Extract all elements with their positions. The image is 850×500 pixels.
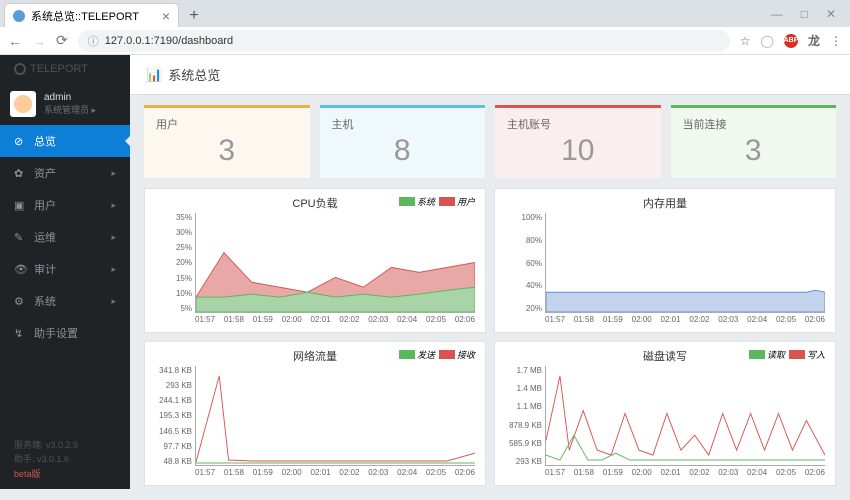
nav-users[interactable]: ▣用户▸ [0, 189, 130, 221]
user-role: 系统管理员 ▸ [44, 103, 96, 116]
abp-icon[interactable]: ABP [784, 34, 798, 48]
forward-button[interactable]: → [32, 33, 46, 49]
stat-cards: 用户3 主机8 主机账号10 当前连接3 [130, 95, 850, 188]
server-version: 服务端: v3.0.2.9 [14, 438, 116, 452]
logo-icon [14, 63, 26, 75]
browser-tabbar: 系统总览::TELEPORT × + — □ ✕ [0, 0, 850, 27]
url-text: 127.0.0.1:7190/dashboard [105, 35, 233, 47]
ext-icon-1[interactable]: ◯ [761, 34, 774, 48]
dashboard-header-icon: 📊 [146, 67, 162, 83]
y-axis: 35%30%25%20%15%10%5% [155, 213, 195, 313]
plot-area [545, 366, 825, 466]
legend: 系统用户 [399, 195, 475, 208]
nav-assistant[interactable]: ↯助手设置 [0, 317, 130, 349]
dashboard-icon: ⊘ [14, 135, 26, 148]
nav-menu: ⊘总览 ✿资产▸ ▣用户▸ ✎运维▸ 👁审计▸ ⚙系统▸ ↯助手设置 [0, 125, 130, 349]
chevron-right-icon: ▸ [111, 296, 116, 307]
x-axis: 01:5701:5801:5902:0002:0102:0202:0302:04… [155, 468, 475, 477]
assistant-version: 助手: v3.0.1.6 [14, 452, 116, 466]
ext-icon-2[interactable]: 龙 [808, 32, 820, 49]
y-axis: 100%80%60%40%20% [505, 213, 545, 313]
chart-network: 网络流量 发送接收 341.8 KB293 KB244.1 KB195.3 KB… [144, 341, 486, 486]
user-name: admin [44, 92, 96, 103]
assets-icon: ✿ [14, 167, 26, 180]
nav-ops[interactable]: ✎运维▸ [0, 221, 130, 253]
nav-system[interactable]: ⚙系统▸ [0, 285, 130, 317]
card-hosts[interactable]: 主机8 [320, 105, 486, 178]
new-tab-button[interactable]: + [183, 5, 205, 27]
chart-cpu: CPU负载 系统用户 35%30%25%20%15%10%5% 01:5701:… [144, 188, 486, 333]
charts-grid: CPU负载 系统用户 35%30%25%20%15%10%5% 01:5701:… [130, 188, 850, 489]
assistant-icon: ↯ [14, 327, 26, 340]
browser-tab[interactable]: 系统总览::TELEPORT × [4, 3, 179, 27]
legend: 发送接收 [399, 348, 475, 361]
chevron-right-icon: ▸ [111, 264, 116, 275]
x-axis: 01:5701:5801:5902:0002:0102:0202:0302:04… [505, 315, 825, 324]
beta-link[interactable]: beta版 [14, 467, 116, 481]
close-window-button[interactable]: ✕ [826, 7, 836, 21]
chevron-right-icon: ▸ [111, 200, 116, 211]
x-axis: 01:5701:5801:5902:0002:0102:0202:0302:04… [155, 315, 475, 324]
nav-overview[interactable]: ⊘总览 [0, 125, 130, 157]
window-controls: — □ ✕ [771, 7, 850, 27]
card-users[interactable]: 用户3 [144, 105, 310, 178]
version-info: 服务端: v3.0.2.9 助手: v3.0.1.6 beta版 [0, 430, 130, 489]
ops-icon: ✎ [14, 231, 26, 244]
plot-area [195, 213, 475, 313]
bookmark-icon[interactable]: ☆ [740, 34, 751, 48]
legend: 读取写入 [749, 348, 825, 361]
nav-assets[interactable]: ✿资产▸ [0, 157, 130, 189]
maximize-button[interactable]: □ [801, 7, 808, 21]
avatar [10, 91, 36, 117]
page-header: 📊 系统总览 [130, 55, 850, 95]
back-button[interactable]: ← [8, 33, 22, 49]
extensions-area: ☆ ◯ ABP 龙 ⋮ [740, 32, 842, 49]
y-axis: 1.7 MB1.4 MB1.1 MB878.9 KB585.9 KB293 KB [505, 366, 545, 466]
audit-icon: 👁 [14, 263, 26, 276]
chart-disk: 磁盘读写 读取写入 1.7 MB1.4 MB1.1 MB878.9 KB585.… [494, 341, 836, 486]
chevron-right-icon: ▸ [111, 232, 116, 243]
plot-area [195, 366, 475, 466]
users-icon: ▣ [14, 199, 26, 212]
chart-memory: 内存用量 100%80%60%40%20% 01:5701:5801:5902:… [494, 188, 836, 333]
card-accounts[interactable]: 主机账号10 [495, 105, 661, 178]
plot-area [545, 213, 825, 313]
main-content: 📊 系统总览 用户3 主机8 主机账号10 当前连接3 CPU负载 系统用户 3… [130, 55, 850, 489]
address-bar: ← → ⟳ ⓘ 127.0.0.1:7190/dashboard ☆ ◯ ABP… [0, 27, 850, 55]
site-info-icon[interactable]: ⓘ [88, 33, 99, 49]
nav-audit[interactable]: 👁审计▸ [0, 253, 130, 285]
tab-title: 系统总览::TELEPORT [31, 8, 139, 24]
reload-button[interactable]: ⟳ [56, 32, 68, 49]
close-tab-icon[interactable]: × [162, 8, 170, 24]
minimize-button[interactable]: — [771, 7, 783, 21]
menu-icon[interactable]: ⋮ [830, 34, 842, 48]
url-input[interactable]: ⓘ 127.0.0.1:7190/dashboard [78, 30, 730, 52]
sidebar: TELEPORT admin 系统管理员 ▸ ⊘总览 ✿资产▸ ▣用户▸ ✎运维… [0, 55, 130, 489]
logo[interactable]: TELEPORT [0, 55, 130, 83]
user-block[interactable]: admin 系统管理员 ▸ [0, 83, 130, 125]
page-title: 系统总览 [168, 65, 220, 84]
card-connections[interactable]: 当前连接3 [671, 105, 837, 178]
favicon-icon [13, 10, 25, 22]
chevron-right-icon: ▸ [111, 168, 116, 179]
gear-icon: ⚙ [14, 295, 26, 308]
y-axis: 341.8 KB293 KB244.1 KB195.3 KB146.5 KB97… [155, 366, 195, 466]
x-axis: 01:5701:5801:5902:0002:0102:0202:0302:04… [505, 468, 825, 477]
